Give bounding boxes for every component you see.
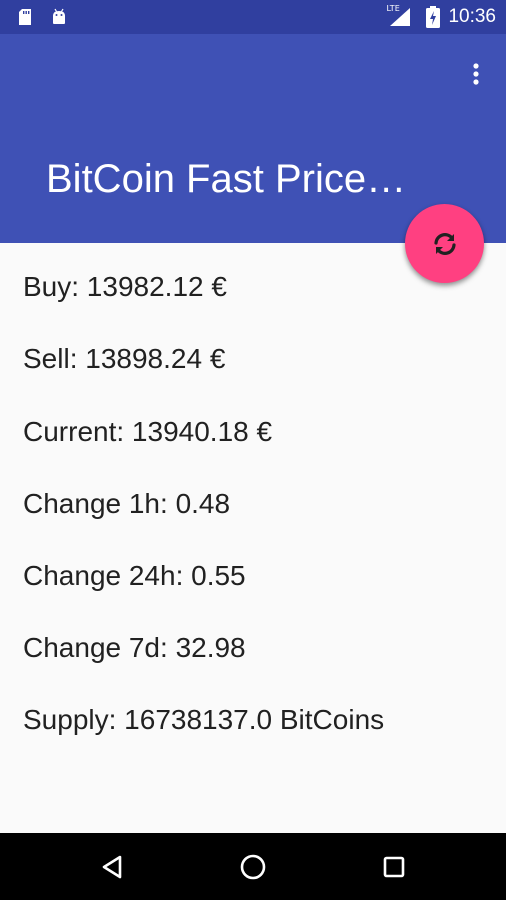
navigation-bar (0, 833, 506, 900)
change-1h: Change 1h: 0.48 (23, 488, 231, 519)
change-7d: Change 7d: 32.98 (23, 632, 246, 663)
status-bar: LTE 10:36 (0, 0, 506, 34)
sell-price: Sell: 13898.24 € (23, 343, 226, 374)
back-icon[interactable] (96, 850, 130, 884)
app-title: BitCoin Fast Price… (46, 157, 407, 201)
refresh-icon (431, 230, 459, 258)
sd-card-icon (16, 8, 34, 26)
recents-icon[interactable] (377, 850, 411, 884)
status-right-group: LTE 10:36 (386, 0, 496, 34)
battery-charging-icon (426, 6, 441, 28)
change-24h: Change 24h: 0.55 (23, 560, 246, 591)
supply: Supply: 16738137.0 BitCoins (23, 704, 385, 735)
current-price: Current: 13940.18 € (23, 416, 273, 447)
buy-price: Buy: 13982.12 € (23, 271, 227, 302)
status-time: 10:36 (448, 6, 496, 27)
home-icon[interactable] (236, 850, 270, 884)
overflow-menu-icon[interactable] (464, 62, 488, 86)
network-type-label: LTE (386, 4, 400, 13)
lte-signal-icon: LTE (386, 4, 412, 28)
price-list: Buy: 13982.12 € Sell: 13898.24 € Current… (0, 243, 506, 833)
android-icon (50, 8, 68, 26)
refresh-button[interactable] (405, 204, 484, 283)
